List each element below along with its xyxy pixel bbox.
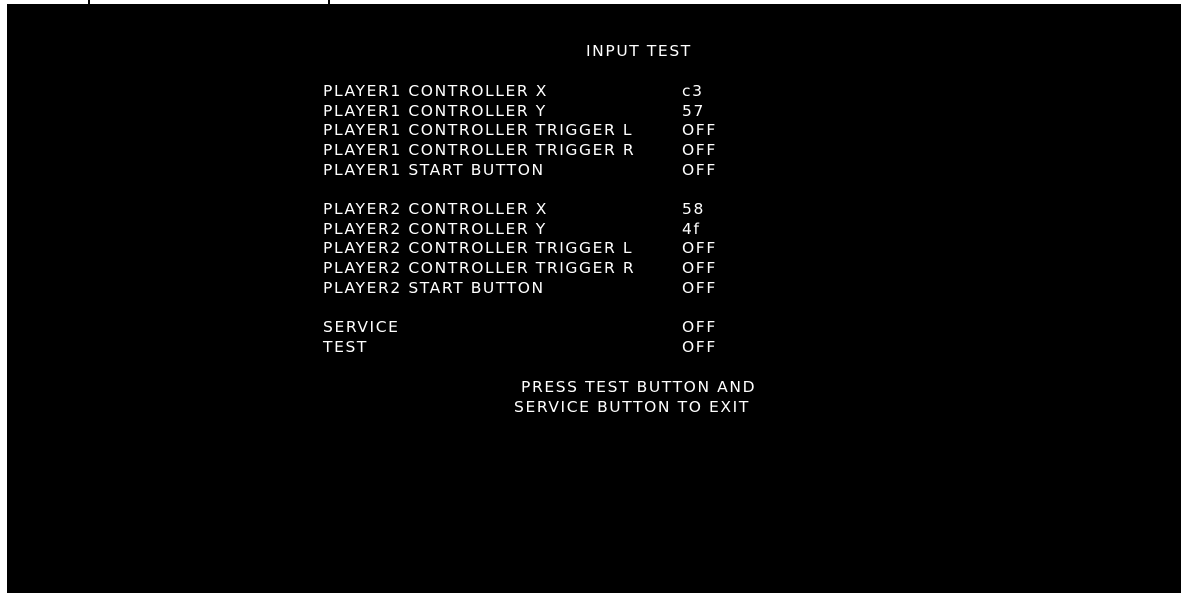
exit-instruction-line-1: PRESS TEST BUTTON AND xyxy=(521,378,757,396)
row-value: c3 xyxy=(682,82,704,100)
row-value: OFF xyxy=(682,121,717,140)
row-label: PLAYER1 CONTROLLER X xyxy=(323,82,548,100)
row-value: OFF xyxy=(682,239,717,258)
input-test-screen: INPUT TEST PLAYER1 CONTROLLER X c3 PLAYE… xyxy=(7,4,1181,593)
service-row: SERVICE OFF xyxy=(323,318,715,338)
row-label: SERVICE xyxy=(323,318,400,336)
row-value: 57 xyxy=(682,101,705,120)
player2-trigger-r-row: PLAYER2 CONTROLLER TRIGGER R OFF xyxy=(323,259,715,279)
player1-controller-y-row: PLAYER1 CONTROLLER Y 57 xyxy=(323,102,703,122)
row-value: OFF xyxy=(682,278,717,297)
row-value: OFF xyxy=(682,318,717,336)
player1-start-button-row: PLAYER1 START BUTTON OFF xyxy=(323,161,715,181)
system-input-group: SERVICE OFF TEST OFF xyxy=(323,318,715,358)
player2-trigger-l-row: PLAYER2 CONTROLLER TRIGGER L OFF xyxy=(323,239,715,259)
exit-instruction-line-2: SERVICE BUTTON TO EXIT xyxy=(514,398,750,416)
row-value: 58 xyxy=(682,200,705,218)
player1-trigger-l-row: PLAYER1 CONTROLLER TRIGGER L OFF xyxy=(323,121,715,141)
page-title: INPUT TEST xyxy=(586,42,692,60)
player2-input-group: PLAYER2 CONTROLLER X 58 PLAYER2 CONTROLL… xyxy=(323,200,715,299)
row-value: OFF xyxy=(682,259,717,278)
test-row: TEST OFF xyxy=(323,338,715,358)
row-label: PLAYER1 START BUTTON xyxy=(323,160,545,179)
row-value: OFF xyxy=(682,160,717,179)
player1-trigger-r-row: PLAYER1 CONTROLLER TRIGGER R OFF xyxy=(323,141,715,161)
row-value: 4f xyxy=(682,219,701,238)
row-value: OFF xyxy=(682,141,717,160)
row-label: PLAYER1 CONTROLLER Y xyxy=(323,101,547,120)
row-value: OFF xyxy=(682,337,717,356)
row-label: PLAYER2 START BUTTON xyxy=(323,278,545,297)
row-label: PLAYER2 CONTROLLER TRIGGER L xyxy=(323,239,634,258)
row-label: PLAYER1 CONTROLLER TRIGGER R xyxy=(323,141,636,160)
player1-controller-x-row: PLAYER1 CONTROLLER X c3 xyxy=(323,82,702,102)
row-label: PLAYER2 CONTROLLER X xyxy=(323,200,548,218)
row-label: PLAYER2 CONTROLLER Y xyxy=(323,219,547,238)
player2-controller-x-row: PLAYER2 CONTROLLER X 58 xyxy=(323,200,703,220)
player2-start-button-row: PLAYER2 START BUTTON OFF xyxy=(323,279,715,299)
player1-input-group: PLAYER1 CONTROLLER X c3 PLAYER1 CONTROLL… xyxy=(323,82,715,181)
row-label: PLAYER2 CONTROLLER TRIGGER R xyxy=(323,259,636,278)
row-label: PLAYER1 CONTROLLER TRIGGER L xyxy=(323,121,634,140)
player2-controller-y-row: PLAYER2 CONTROLLER Y 4f xyxy=(323,220,699,240)
row-label: TEST xyxy=(323,337,368,356)
